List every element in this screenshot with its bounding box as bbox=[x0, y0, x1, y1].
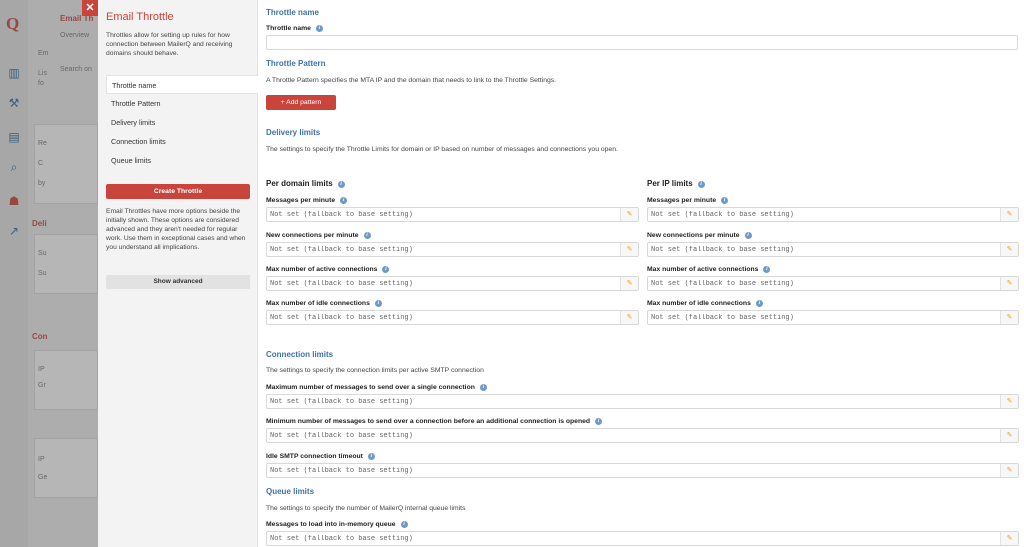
edit-icon[interactable]: ✎ bbox=[1000, 395, 1018, 408]
queue-description: The settings to specify the number of Ma… bbox=[266, 505, 466, 512]
idle-smtp-timeout-input[interactable] bbox=[267, 464, 998, 477]
edit-icon[interactable]: ✎ bbox=[1000, 532, 1018, 545]
advanced-description: Email Throttles have more options beside… bbox=[106, 208, 246, 251]
ip-messages-per-minute-label: Messages per minute i bbox=[647, 197, 729, 204]
min-messages-before-new-connection-field: ✎ bbox=[266, 428, 1019, 443]
domain-max-idle-connections-input[interactable] bbox=[267, 311, 618, 324]
domain-messages-per-minute-label: Messages per minute i bbox=[266, 197, 348, 204]
info-icon[interactable]: i bbox=[400, 521, 408, 528]
create-throttle-button[interactable]: Create Throttle bbox=[106, 184, 250, 199]
ip-messages-per-minute-field: ✎ bbox=[647, 207, 1019, 222]
ip-max-idle-connections-label: Max number of idle connections i bbox=[647, 300, 763, 307]
panel-title: Email Throttle bbox=[106, 11, 174, 23]
throttle-name-field bbox=[266, 35, 1018, 50]
info-icon[interactable]: i bbox=[755, 300, 763, 307]
domain-messages-per-minute-field: ✎ bbox=[266, 207, 639, 222]
section-throttle-pattern: Throttle Pattern bbox=[266, 59, 326, 68]
info-icon[interactable]: i bbox=[374, 300, 382, 307]
info-icon[interactable]: i bbox=[382, 266, 390, 273]
section-throttle-name: Throttle name bbox=[266, 8, 319, 17]
min-messages-before-new-connection-label: Minimum number of messages to send over … bbox=[266, 418, 603, 425]
edit-icon[interactable]: ✎ bbox=[1000, 311, 1018, 324]
ip-new-connections-per-minute-label: New connections per minute i bbox=[647, 232, 752, 239]
min-messages-before-new-connection-input[interactable] bbox=[267, 429, 998, 442]
in-memory-queue-field: ✎ bbox=[266, 531, 1019, 546]
modal-overlay[interactable] bbox=[0, 0, 98, 547]
panel-intro: Throttles allow for setting up rules for… bbox=[106, 32, 233, 57]
nav-throttle-name[interactable]: Throttle name bbox=[106, 75, 258, 94]
info-icon[interactable]: i bbox=[479, 384, 487, 391]
info-icon[interactable]: i bbox=[363, 232, 371, 239]
close-panel-button[interactable]: ✕ bbox=[82, 0, 98, 16]
edit-icon[interactable]: ✎ bbox=[1000, 464, 1018, 477]
info-icon[interactable]: i bbox=[744, 232, 752, 239]
section-queue-limits: Queue limits bbox=[266, 487, 315, 496]
ip-max-active-connections-field: ✎ bbox=[647, 276, 1019, 291]
domain-new-connections-per-minute-input[interactable] bbox=[267, 243, 618, 256]
per-ip-heading: Per IP limits i bbox=[647, 179, 705, 188]
info-icon[interactable]: i bbox=[315, 25, 323, 32]
info-icon[interactable]: i bbox=[763, 266, 771, 273]
section-nav: Throttle name Throttle Pattern Delivery … bbox=[106, 75, 258, 170]
idle-smtp-timeout-label: Idle SMTP connection timeout i bbox=[266, 453, 375, 460]
max-messages-per-connection-label: Maximum number of messages to send over … bbox=[266, 384, 487, 391]
domain-max-active-connections-label: Max number of active connections i bbox=[266, 266, 390, 273]
in-memory-queue-label: Messages to load into in-memory queue i bbox=[266, 521, 408, 528]
edit-icon[interactable]: ✎ bbox=[1000, 243, 1018, 256]
nav-delivery-limits[interactable]: Delivery limits bbox=[106, 113, 258, 132]
edit-icon[interactable]: ✎ bbox=[620, 277, 638, 290]
domain-new-connections-per-minute-label: New connections per minute i bbox=[266, 232, 371, 239]
ip-max-idle-connections-field: ✎ bbox=[647, 310, 1019, 325]
ip-messages-per-minute-input[interactable] bbox=[648, 208, 998, 221]
domain-max-idle-connections-field: ✎ bbox=[266, 310, 639, 325]
nav-connection-limits[interactable]: Connection limits bbox=[106, 132, 258, 151]
domain-max-active-connections-field: ✎ bbox=[266, 276, 639, 291]
ip-max-active-connections-input[interactable] bbox=[648, 277, 998, 290]
domain-new-connections-per-minute-field: ✎ bbox=[266, 242, 639, 257]
edit-icon[interactable]: ✎ bbox=[1000, 277, 1018, 290]
info-icon[interactable]: i bbox=[697, 181, 705, 188]
max-messages-per-connection-field: ✎ bbox=[266, 394, 1019, 409]
throttle-name-input[interactable] bbox=[267, 36, 1017, 49]
delivery-description: The settings to specify the Throttle Lim… bbox=[266, 146, 618, 153]
per-domain-heading: Per domain limits i bbox=[266, 179, 345, 188]
idle-smtp-timeout-field: ✎ bbox=[266, 463, 1019, 478]
max-messages-per-connection-input[interactable] bbox=[267, 395, 998, 408]
ip-new-connections-per-minute-field: ✎ bbox=[647, 242, 1019, 257]
domain-max-active-connections-input[interactable] bbox=[267, 277, 618, 290]
connection-description: The settings to specify the connection l… bbox=[266, 367, 484, 374]
section-connection-limits: Connection limits bbox=[266, 350, 334, 359]
edit-icon[interactable]: ✎ bbox=[620, 311, 638, 324]
domain-messages-per-minute-input[interactable] bbox=[267, 208, 618, 221]
in-memory-queue-input[interactable] bbox=[267, 532, 998, 545]
info-icon[interactable]: i bbox=[337, 181, 345, 188]
add-pattern-button[interactable]: + Add pattern bbox=[266, 95, 336, 110]
info-icon[interactable]: i bbox=[367, 453, 375, 460]
ip-new-connections-per-minute-input[interactable] bbox=[648, 243, 998, 256]
edit-icon[interactable]: ✎ bbox=[620, 243, 638, 256]
info-icon[interactable]: i bbox=[595, 418, 603, 425]
edit-icon[interactable]: ✎ bbox=[1000, 208, 1018, 221]
edit-icon[interactable]: ✎ bbox=[620, 208, 638, 221]
info-icon[interactable]: i bbox=[721, 197, 729, 204]
throttle-name-label: Throttle name i bbox=[266, 25, 323, 32]
pattern-description: A Throttle Pattern specifies the MTA IP … bbox=[266, 77, 557, 84]
ip-max-active-connections-label: Max number of active connections i bbox=[647, 266, 771, 273]
nav-queue-limits[interactable]: Queue limits bbox=[106, 151, 258, 170]
info-icon[interactable]: i bbox=[340, 197, 348, 204]
throttle-form: Throttle name Throttle name i Throttle Pa… bbox=[258, 0, 1024, 547]
nav-throttle-pattern[interactable]: Throttle Pattern bbox=[106, 94, 258, 113]
edit-icon[interactable]: ✎ bbox=[1000, 429, 1018, 442]
ip-max-idle-connections-input[interactable] bbox=[648, 311, 998, 324]
domain-max-idle-connections-label: Max number of idle connections i bbox=[266, 300, 382, 307]
section-delivery-limits: Delivery limits bbox=[266, 128, 321, 137]
show-advanced-button[interactable]: Show advanced bbox=[106, 275, 250, 289]
